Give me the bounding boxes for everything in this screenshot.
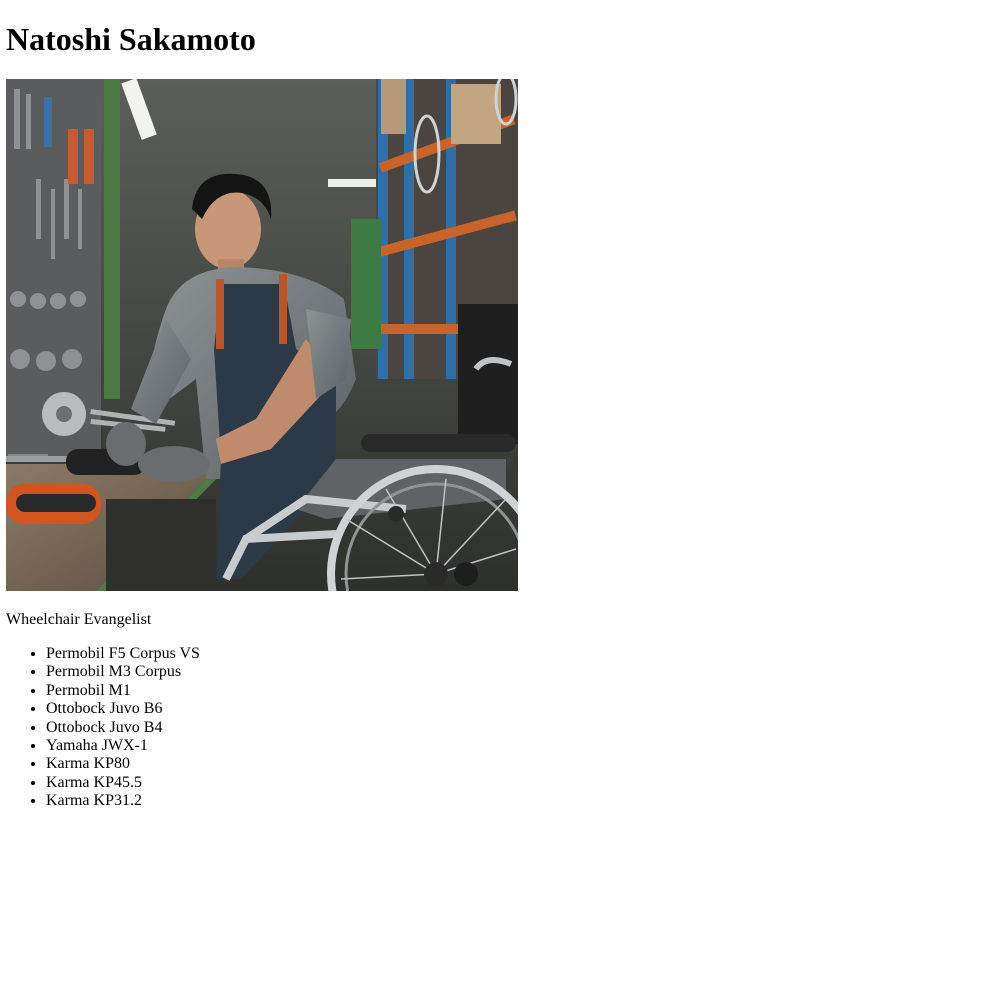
list-item: Permobil F5 Corpus VS — [46, 645, 200, 663]
list-item: Karma KP45.5 — [46, 774, 200, 792]
list-item: Ottobock Juvo B6 — [46, 700, 200, 718]
wheelchair-model-list: Permobil F5 Corpus VS Permobil M3 Corpus… — [6, 645, 200, 811]
profile-tagline: Wheelchair Evangelist — [6, 611, 152, 628]
profile-photo — [6, 79, 518, 591]
list-item: Permobil M1 — [46, 682, 200, 700]
workshop-illustration — [6, 79, 518, 591]
list-item: Permobil M3 Corpus — [46, 663, 200, 681]
list-item: Karma KP31.2 — [46, 792, 200, 810]
profile-name-heading: Natoshi Sakamoto — [6, 21, 256, 57]
list-item: Karma KP80 — [46, 755, 200, 773]
list-item: Ottobock Juvo B4 — [46, 719, 200, 737]
list-item: Yamaha JWX-1 — [46, 737, 200, 755]
